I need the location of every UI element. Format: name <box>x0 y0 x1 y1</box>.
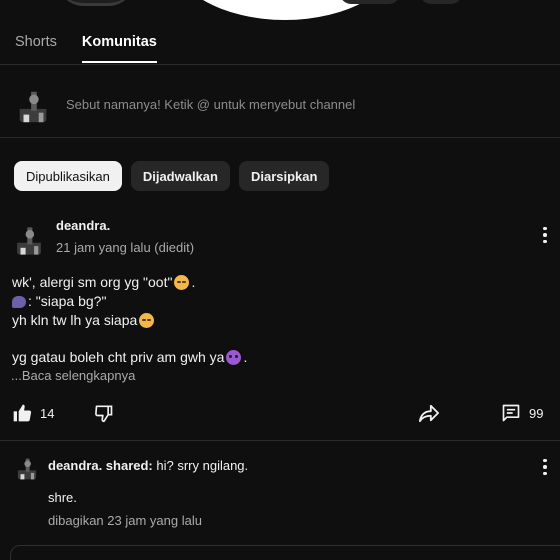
tab-shorts[interactable]: Shorts <box>15 34 57 63</box>
tab-community[interactable]: Komunitas <box>81 34 157 63</box>
post-text: wk', alergi sm org yg "oot" <box>12 274 173 290</box>
channel-tabs: Shorts Komunitas <box>15 34 157 63</box>
filter-chip-scheduled[interactable]: Dijadwalkan <box>130 161 230 191</box>
post-body: wk', alergi sm org yg "oot" . : "siapa b… <box>12 273 532 367</box>
more-vert-icon[interactable] <box>535 455 555 479</box>
channel-banner-avatar <box>56 0 136 6</box>
banner-button[interactable] <box>340 0 400 4</box>
like-count: 14 <box>40 405 55 421</box>
post-line: : "siapa bg?" <box>12 292 532 311</box>
post-text: yh kln tw lh ya siapa <box>12 312 138 328</box>
post-filter-chips: Dipublikasikan Dijadwalkan Diarsipkan <box>14 161 330 191</box>
post-line: wk', alergi sm org yg "oot" . <box>12 273 532 292</box>
user-avatar[interactable] <box>14 88 52 126</box>
share-button[interactable] <box>418 403 440 423</box>
comment-count: 99 <box>529 405 544 421</box>
comment-icon <box>501 403 521 423</box>
post-text: . <box>191 274 196 290</box>
filter-chip-archived[interactable]: Diarsipkan <box>238 161 330 191</box>
post-author-avatar[interactable] <box>12 224 46 258</box>
post-text: . <box>243 349 248 365</box>
speech-bubble-emoji-icon <box>12 295 26 308</box>
read-more-link[interactable]: ...Baca selengkapnya <box>11 368 135 383</box>
post-composer-input[interactable]: Sebut namanya! Ketik @ untuk menyebut ch… <box>66 97 355 112</box>
post-text: : "siapa bg?" <box>28 293 107 309</box>
comments-button[interactable]: 99 <box>501 403 543 423</box>
shared-post-title: hi? srry ngilang. <box>152 458 249 473</box>
shared-author-avatar[interactable] <box>14 456 40 482</box>
next-post-card[interactable] <box>10 545 560 560</box>
more-vert-icon[interactable] <box>535 223 555 247</box>
post-text: yg gatau boleh cht priv am gwh ya <box>12 349 225 365</box>
shared-post-headline: deandra. shared: hi? srry ngilang. <box>48 458 248 473</box>
dislike-button[interactable] <box>94 403 114 423</box>
share-icon <box>418 403 440 423</box>
community-page: Shorts Komunitas Sebut namanya! Ketik @ … <box>0 0 560 560</box>
shared-author-name[interactable]: deandra. shared: <box>48 458 153 473</box>
crying-cat-emoji-icon <box>174 275 190 290</box>
post-line: yh kln tw lh ya siapa <box>12 311 532 330</box>
thumbs-down-icon <box>94 403 114 423</box>
crying-cat-emoji-icon <box>139 313 155 328</box>
like-button[interactable]: 14 <box>12 403 54 423</box>
devil-emoji-icon <box>226 350 242 365</box>
banner-button[interactable] <box>420 0 462 4</box>
thumbs-up-icon <box>12 403 32 423</box>
post-author-name[interactable]: deandra. <box>56 218 110 233</box>
divider <box>0 137 560 138</box>
post-timestamp: 21 jam yang lalu (diedit) <box>56 240 195 255</box>
filter-chip-published[interactable]: Dipublikasikan <box>14 161 122 191</box>
shared-post-timestamp: dibagikan 23 jam yang lalu <box>48 513 202 528</box>
post-line: yg gatau boleh cht priv am gwh ya . <box>12 348 532 367</box>
divider <box>0 64 560 65</box>
divider <box>0 440 560 441</box>
shared-post-text: shre. <box>48 490 77 505</box>
